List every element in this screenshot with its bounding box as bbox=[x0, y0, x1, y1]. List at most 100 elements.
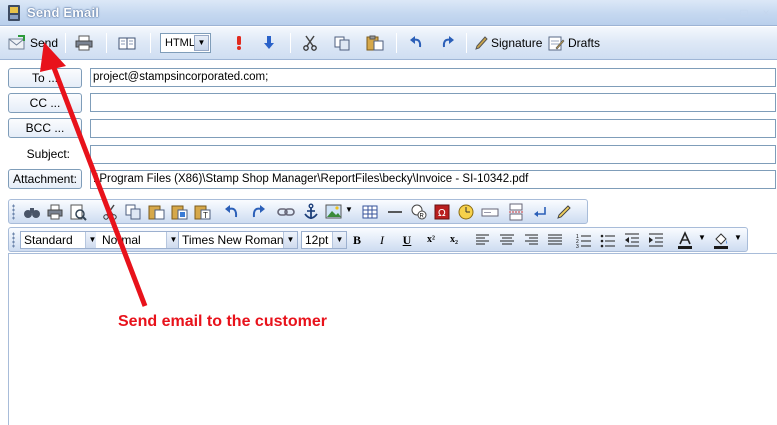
cut-editor-button[interactable] bbox=[101, 203, 119, 221]
subject-label: Subject: bbox=[26, 147, 70, 161]
insert-special-button[interactable]: Ω bbox=[433, 203, 451, 221]
send-label: Send bbox=[30, 36, 59, 50]
bcc-button[interactable]: BCC ... bbox=[8, 118, 82, 138]
style-select[interactable]: Standard ▼ bbox=[20, 231, 100, 249]
paste-icon bbox=[366, 35, 384, 51]
symbol-icon: R bbox=[411, 204, 427, 220]
annotation-text: Send email to the customer bbox=[118, 313, 327, 330]
attachment-field[interactable]: :\Program Files (X86)\Stamp Shop Manager… bbox=[90, 170, 776, 189]
font-color-button[interactable] bbox=[676, 231, 694, 249]
copy-button[interactable] bbox=[334, 31, 350, 55]
chevron-down-icon: ▼ bbox=[283, 232, 297, 248]
paste-special-icon bbox=[171, 205, 188, 220]
app-icon bbox=[8, 5, 20, 21]
font-size-value: 12pt bbox=[305, 233, 329, 247]
toolbar-grip[interactable] bbox=[12, 204, 15, 220]
numbered-list-button[interactable]: 123 bbox=[575, 231, 593, 250]
font-value: Times New Roman bbox=[182, 233, 284, 247]
insert-form-field-button[interactable] bbox=[481, 203, 499, 221]
send-button[interactable]: Send bbox=[8, 31, 58, 55]
close-button[interactable]: × bbox=[756, 4, 776, 22]
subscript-button[interactable]: x₂ bbox=[445, 231, 463, 249]
attachment-button[interactable]: Attachment: bbox=[8, 169, 82, 189]
find-button[interactable] bbox=[23, 203, 41, 221]
print-button[interactable] bbox=[75, 31, 93, 55]
align-center-button[interactable] bbox=[498, 231, 516, 249]
pencil-icon bbox=[557, 205, 571, 219]
align-right-button[interactable] bbox=[522, 231, 540, 249]
subject-field[interactable] bbox=[90, 145, 776, 164]
chevron-down-icon[interactable]: ▼ bbox=[698, 233, 706, 242]
chevron-down-icon: ▼ bbox=[194, 35, 209, 51]
paste-button[interactable] bbox=[366, 31, 384, 55]
numbered-list-icon: 123 bbox=[576, 234, 591, 250]
window-title: Send Email bbox=[27, 5, 100, 20]
message-body-editor[interactable] bbox=[8, 253, 777, 425]
title-bar: Send Email _ □ × bbox=[0, 0, 777, 26]
insert-datetime-button[interactable] bbox=[457, 203, 475, 221]
insert-symbol-button[interactable]: R bbox=[410, 203, 428, 221]
to-button[interactable]: To ... bbox=[8, 68, 82, 88]
chevron-down-icon[interactable]: ▼ bbox=[345, 205, 353, 214]
address-book-button[interactable] bbox=[118, 31, 136, 55]
format-select[interactable]: HTML ▼ bbox=[160, 33, 211, 53]
send-envelope-icon bbox=[8, 35, 25, 50]
print-editor-button[interactable] bbox=[46, 203, 64, 221]
indent-button[interactable] bbox=[647, 231, 665, 249]
bold-button[interactable]: B bbox=[348, 231, 366, 249]
signature-button[interactable]: Signature bbox=[474, 31, 542, 55]
superscript-button[interactable]: x² bbox=[422, 231, 440, 249]
horizontal-rule-button[interactable] bbox=[386, 203, 404, 221]
redo-button[interactable] bbox=[440, 31, 456, 55]
paste-text-button[interactable]: T bbox=[193, 203, 211, 221]
align-left-button[interactable] bbox=[474, 231, 492, 249]
cut-button[interactable] bbox=[302, 31, 318, 55]
underline-button[interactable]: U bbox=[398, 231, 416, 249]
printer-icon bbox=[47, 204, 63, 220]
italic-button[interactable]: I bbox=[373, 231, 391, 249]
paste-special-button[interactable] bbox=[170, 203, 188, 221]
edit-html-button[interactable] bbox=[555, 203, 573, 221]
redo-editor-button[interactable] bbox=[249, 203, 267, 221]
page-break-icon bbox=[509, 203, 523, 221]
insert-link-button[interactable] bbox=[277, 203, 295, 221]
print-preview-button[interactable] bbox=[69, 203, 87, 221]
justify-button[interactable] bbox=[546, 231, 564, 249]
undo-editor-button[interactable] bbox=[223, 203, 241, 221]
insert-table-button[interactable] bbox=[361, 203, 379, 221]
chevron-down-icon: ▼ bbox=[332, 232, 346, 248]
paste-editor-button[interactable] bbox=[147, 203, 165, 221]
low-priority-button[interactable] bbox=[262, 31, 276, 55]
cc-field[interactable] bbox=[90, 93, 776, 112]
line-break-button[interactable] bbox=[531, 203, 549, 221]
redo-icon bbox=[442, 36, 454, 48]
bullet-list-button[interactable] bbox=[599, 231, 617, 249]
outdent-button[interactable] bbox=[623, 231, 641, 249]
to-field[interactable]: project@stampsincorporated.com; bbox=[90, 68, 776, 87]
insert-anchor-button[interactable] bbox=[302, 203, 320, 221]
font-select[interactable]: Times New Roman ▼ bbox=[178, 231, 298, 249]
svg-text:T: T bbox=[203, 211, 208, 220]
cc-button[interactable]: CC ... bbox=[8, 93, 82, 113]
paragraph-select[interactable]: Normal ▼ bbox=[96, 231, 181, 249]
minimize-button[interactable]: _ bbox=[712, 4, 732, 22]
editor-toolbar-format: Standard ▼ Normal ▼ Times New Roman ▼ 12… bbox=[8, 227, 748, 252]
font-size-select[interactable]: 12pt ▼ bbox=[301, 231, 347, 249]
redo-icon bbox=[252, 205, 265, 218]
drafts-button[interactable]: Drafts bbox=[547, 31, 600, 55]
align-right-icon bbox=[525, 234, 538, 245]
insert-image-button[interactable] bbox=[325, 203, 343, 221]
copy-editor-button[interactable] bbox=[124, 203, 142, 221]
high-priority-button[interactable] bbox=[232, 31, 246, 55]
highlight-color-button[interactable] bbox=[712, 231, 730, 249]
page-break-button[interactable] bbox=[507, 203, 525, 221]
toolbar-grip[interactable] bbox=[12, 232, 15, 248]
drafts-label: Drafts bbox=[568, 36, 601, 50]
chevron-down-icon[interactable]: ▼ bbox=[734, 233, 742, 242]
bcc-field[interactable] bbox=[90, 119, 776, 138]
maximize-button[interactable]: □ bbox=[734, 4, 754, 22]
undo-button[interactable] bbox=[408, 31, 424, 55]
format-value: HTML bbox=[165, 37, 195, 49]
scissors-icon bbox=[303, 35, 317, 51]
toolbar-separator bbox=[106, 33, 107, 53]
